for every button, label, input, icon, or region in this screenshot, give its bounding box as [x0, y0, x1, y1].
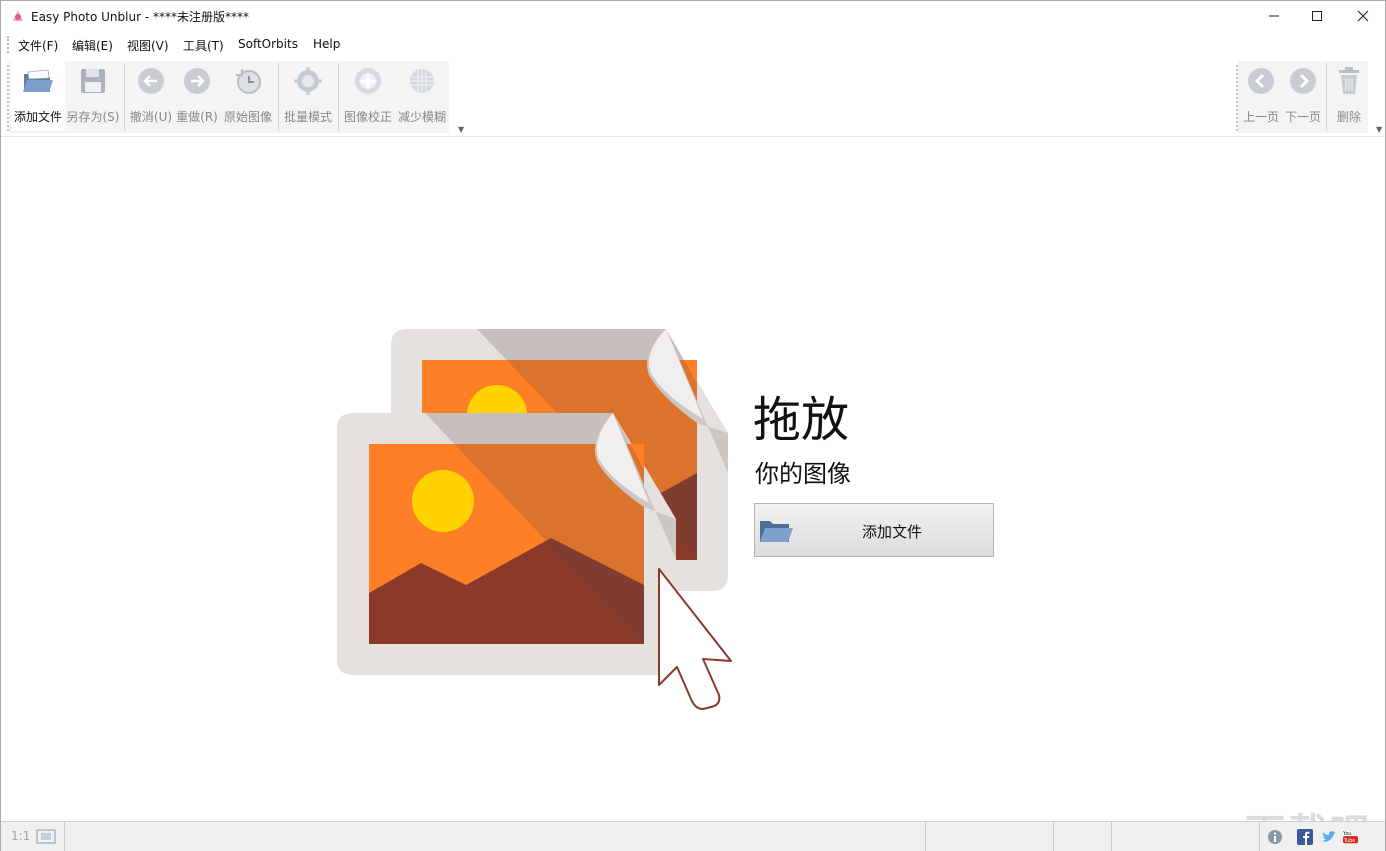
twitter-icon[interactable]	[1321, 829, 1337, 845]
blur-sphere-icon	[410, 69, 434, 93]
image-correction-label: 图像校正	[343, 110, 392, 124]
drop-subtitle: 你的图像	[755, 460, 851, 488]
app-window: Easy Photo Unblur - ****未注册版**** 文件(F) 编…	[0, 0, 1386, 851]
minimize-icon	[1269, 15, 1279, 17]
menu-grip	[7, 36, 9, 53]
redo-button[interactable]: 重做(R)	[174, 61, 220, 131]
delete-button[interactable]: 删除	[1329, 61, 1369, 131]
front-photo-image	[337, 413, 676, 675]
history-clock-icon	[236, 69, 261, 94]
menu-view[interactable]: 视图(V)	[127, 37, 169, 54]
toolbar-separator	[338, 63, 339, 131]
status-cell-zoom: 1:1	[1, 822, 65, 851]
maximize-icon	[1312, 11, 1322, 21]
title-bar: Easy Photo Unblur - ****未注册版****	[1, 1, 1385, 31]
toolbar-grip	[7, 65, 9, 131]
redo-label: 重做(R)	[176, 110, 218, 124]
prev-page-button[interactable]: 上一页	[1240, 61, 1282, 131]
original-image-label: 原始图像	[223, 110, 272, 124]
toolbar-separator	[278, 63, 279, 131]
next-page-button[interactable]: 下一页	[1282, 61, 1324, 131]
add-file-big-button[interactable]: 添加文件	[754, 503, 994, 557]
trash-icon	[1339, 67, 1359, 94]
reduce-blur-label: 减少模糊	[397, 110, 446, 124]
minimize-button[interactable]	[1251, 1, 1297, 31]
info-icon[interactable]	[1267, 829, 1283, 845]
app-logo-icon	[13, 10, 23, 21]
add-file-button[interactable]: 添加文件	[11, 61, 65, 131]
menu-bar: 文件(F) 编辑(E) 视图(V) 工具(T) SoftOrbits Help	[1, 32, 1385, 57]
youtube-icon[interactable]: You Tube	[1343, 829, 1359, 845]
original-image-button[interactable]: 原始图像	[220, 61, 276, 131]
toolbar-overflow-icon[interactable]: ▼	[458, 125, 464, 134]
close-icon	[1357, 10, 1369, 22]
chevron-right-icon	[1290, 68, 1316, 94]
next-page-label: 下一页	[1284, 110, 1321, 124]
save-as-label: 另存为(S)	[66, 110, 120, 124]
menu-help[interactable]: Help	[313, 37, 340, 51]
menu-softorbits[interactable]: SoftOrbits	[238, 37, 298, 51]
save-as-button[interactable]: 另存为(S)	[65, 61, 121, 131]
toolbar-separator	[124, 63, 125, 131]
gear-icon	[294, 67, 322, 95]
svg-text:Tube: Tube	[1343, 838, 1355, 844]
status-cell-main	[65, 822, 926, 851]
maximize-button[interactable]	[1294, 1, 1340, 31]
toolbar: 添加文件 另存为(S) 撤消(U) 重做(R) 原始图像 批量模式 图像校正 减…	[1, 59, 1385, 137]
prev-page-label: 上一页	[1242, 110, 1279, 124]
add-file-label: 添加文件	[13, 110, 62, 124]
batch-mode-label: 批量模式	[283, 110, 332, 124]
status-cell	[1054, 822, 1112, 851]
zoom-actual-size-button[interactable]: 1:1	[11, 829, 30, 843]
undo-label: 撤消(U)	[129, 110, 173, 124]
lens-sparkle-icon	[355, 68, 381, 94]
save-icon	[81, 69, 105, 93]
menu-tools[interactable]: 工具(T)	[183, 37, 224, 54]
toolbar-separator	[1326, 63, 1327, 131]
drop-illustration	[337, 329, 732, 710]
toolbar-overflow-icon[interactable]: ▼	[1376, 125, 1382, 134]
add-file-big-label: 添加文件	[861, 523, 922, 541]
chevron-left-icon	[1248, 68, 1274, 94]
arrow-left-icon	[138, 68, 164, 94]
facebook-icon[interactable]	[1297, 829, 1313, 845]
image-correction-button[interactable]: 图像校正	[341, 61, 395, 131]
drop-title: 拖放	[753, 392, 850, 448]
status-cell	[926, 822, 1054, 851]
toolbar-grip	[1236, 65, 1238, 131]
menu-file[interactable]: 文件(F)	[18, 37, 58, 54]
fit-to-window-icon[interactable]	[36, 829, 56, 844]
close-button[interactable]	[1340, 1, 1386, 31]
window-title: Easy Photo Unblur - ****未注册版****	[31, 10, 249, 24]
batch-mode-button[interactable]: 批量模式	[280, 61, 336, 131]
status-bar: 1:1 You Tube	[1, 821, 1385, 851]
undo-button[interactable]: 撤消(U)	[128, 61, 174, 131]
arrow-right-icon	[184, 68, 210, 94]
reduce-blur-button[interactable]: 减少模糊	[395, 61, 449, 131]
delete-label: 删除	[1336, 110, 1361, 124]
menu-edit[interactable]: 编辑(E)	[72, 37, 113, 54]
status-cell	[1112, 822, 1260, 851]
open-folder-icon	[23, 69, 53, 92]
